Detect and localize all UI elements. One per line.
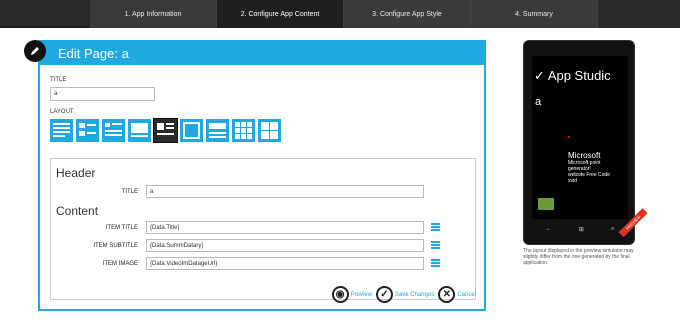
wizard-spacer [0,0,90,28]
header-title-label: TITLE [121,189,138,195]
layout-option-grid-2[interactable] [258,119,281,142]
phone-red-dot [568,136,570,138]
layout-option-header-image[interactable] [128,119,151,142]
wizard-tail [598,0,680,28]
phone-page-title: a [535,96,542,108]
list-icon[interactable] [431,259,440,267]
header-title-input[interactable]: a [146,185,424,198]
layout-option-grid-3[interactable] [232,119,255,142]
back-arrow-icon: ← [545,226,552,232]
panel-header: Edit Page: a [40,42,484,65]
wizard-step-summary[interactable]: 4. Summary [471,0,598,28]
content-heading: Content [56,204,99,218]
save-label: Save Changes [394,291,435,298]
windows-icon: ⊞ [578,226,584,233]
pencil-icon [24,40,46,62]
item-subtitle-input[interactable]: {Data.SummDatary} [146,239,424,252]
edit-page-panel: Edit Page: a TITLE a LAYOUT Header TITLE… [38,40,486,311]
title-label: TITLE [50,77,67,83]
layout-option-image-text[interactable] [102,119,125,142]
phone-item-text: Microsoft Microsoft point generator! web… [568,151,610,184]
preview-button[interactable]: ◉ Preview [331,286,372,303]
app-logo-icon: ✓ [534,68,545,83]
phone-app-title: ✓ App Studic [534,68,611,84]
list-icon[interactable] [431,241,440,249]
layout-option-image-list[interactable] [76,119,99,142]
phone-nav-bar: ← ⊞ ⌕ [532,223,628,235]
item-title-label: ITEM TITLE [105,225,138,231]
eye-icon: ◉ [331,286,349,303]
phone-preview: ✓ App Studic a Microsoft Microsoft point… [523,40,648,245]
cancel-label: Cancel [457,291,476,298]
wizard-step-app-information[interactable]: 1. App Information [90,0,217,28]
check-icon: ✓ [375,286,393,303]
layout-option-banner[interactable] [206,119,229,142]
wizard-step-configure-app-style[interactable]: 3. Configure App Style [344,0,471,28]
layout-option-selected[interactable] [153,118,178,143]
preview-disclaimer: The layout displayed in the preview simu… [523,248,634,266]
item-image-label: ITEM IMAGE [102,261,138,267]
close-icon: ✕ [438,286,456,303]
item-title-input[interactable]: {Data.Title} [146,221,424,234]
cancel-button[interactable]: ✕ Cancel [438,286,476,303]
action-buttons: ◉ Preview ✓ Save Changes ✕ Cancel [331,286,476,303]
content-section: Header TITLE a Content ITEM TITLE {Data.… [50,158,476,300]
phone-screen: ✓ App Studic a Microsoft Microsoft point… [532,56,628,219]
search-icon: ⌕ [611,225,615,232]
save-changes-button[interactable]: ✓ Save Changes [375,286,435,303]
item-image-input[interactable]: {Data.VideoImDatageUrl} [146,257,424,270]
page-title: Edit Page: a [58,46,129,61]
list-icon[interactable] [431,223,440,231]
phone-thumbnail [538,198,554,210]
wizard-steps-bar: 1. App Information 2. Configure App Cont… [0,0,680,28]
item-subtitle-label: ITEM SUBTITLE [93,243,138,249]
phone-item-title: Microsoft [568,151,601,160]
phone-app-title-text: App Studic [547,68,611,83]
layout-picker [50,118,281,143]
layout-option-list[interactable] [50,119,73,142]
title-input[interactable]: a [50,87,155,101]
preview-label: Preview [350,291,372,298]
wizard-step-configure-app-content[interactable]: 2. Configure App Content [217,0,344,28]
header-heading: Header [56,166,96,180]
layout-label: LAYOUT [50,109,74,115]
layout-option-framed[interactable] [180,119,203,142]
phone-item-line: xvid [568,178,577,184]
